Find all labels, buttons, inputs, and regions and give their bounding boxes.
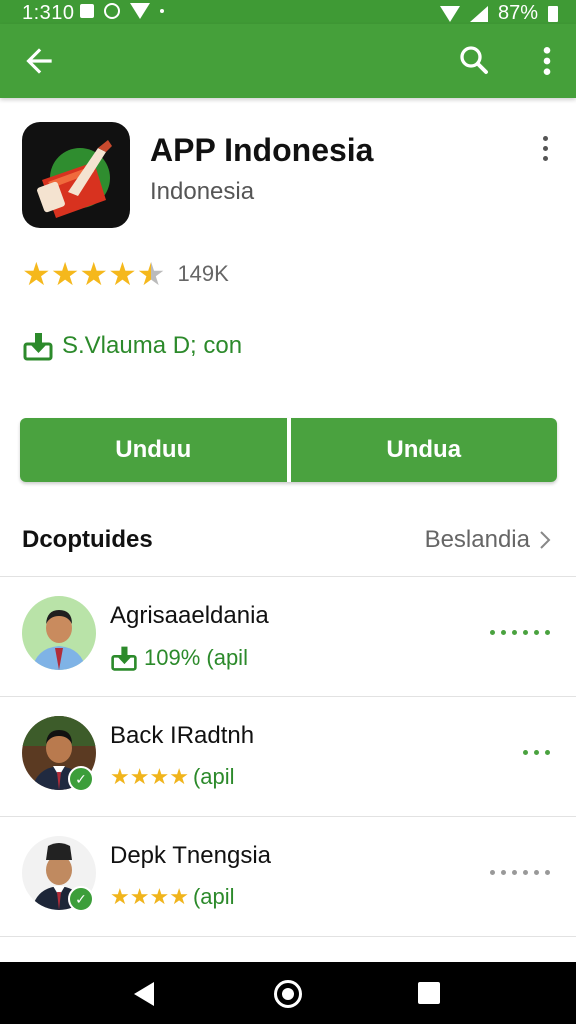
star-icon: ★ bbox=[22, 256, 51, 292]
divider bbox=[0, 936, 576, 937]
system-nav-bar bbox=[0, 962, 576, 1024]
section-more-link[interactable]: Beslandia bbox=[425, 526, 552, 554]
divider bbox=[0, 696, 576, 697]
item-name: Back IRadtnh bbox=[110, 722, 255, 749]
section-more-label[interactable]: Beslandia bbox=[425, 526, 530, 554]
rating-count: 149K bbox=[177, 261, 229, 286]
app-bar bbox=[0, 24, 576, 98]
rating-stars: ★ ★ ★ ★ ★ bbox=[22, 256, 165, 292]
star-icon: ★ bbox=[50, 256, 80, 292]
item-more-icon[interactable] bbox=[490, 630, 550, 635]
back-arrow-icon[interactable] bbox=[20, 42, 58, 80]
wifi-signal-icon bbox=[439, 5, 460, 22]
app-subtitle: Indonesia bbox=[150, 178, 255, 205]
item-meta-text: (apil bbox=[192, 884, 235, 909]
download-button-primary[interactable]: Unduu bbox=[20, 418, 287, 482]
download-icon bbox=[111, 646, 137, 671]
dot-icon bbox=[160, 9, 164, 13]
item-more-icon[interactable] bbox=[490, 870, 550, 875]
download-icon bbox=[23, 333, 53, 361]
developer-name[interactable]: S.Vlauma D; con bbox=[62, 332, 242, 360]
notification-icon bbox=[80, 4, 94, 18]
developer-row[interactable]: S.Vlauma D; con bbox=[22, 330, 242, 362]
wifi-icon bbox=[130, 3, 150, 19]
item-name: Agrisaaeldania bbox=[110, 602, 269, 629]
item-meta: ★ ★ ★ ★ (apil bbox=[110, 764, 235, 790]
item-stars: ★ ★ ★ ★ bbox=[110, 764, 189, 789]
star-half-icon: ★ bbox=[136, 256, 166, 292]
battery-percent: 87% bbox=[497, 2, 538, 24]
nav-home-icon[interactable] bbox=[274, 980, 302, 1008]
chevron-right-icon bbox=[540, 531, 551, 549]
battery-icon bbox=[548, 5, 558, 22]
item-meta: ★ ★ ★ ★ (apil bbox=[110, 884, 235, 910]
app-options-icon[interactable] bbox=[534, 136, 556, 168]
search-icon[interactable] bbox=[456, 42, 492, 78]
app-icon bbox=[22, 122, 130, 228]
verified-check-icon: ✓ bbox=[68, 766, 94, 792]
more-vert-icon[interactable] bbox=[532, 42, 562, 80]
item-meta-text: 109% (apil bbox=[144, 645, 248, 670]
app-title: APP Indonesia bbox=[150, 132, 374, 168]
list-item[interactable]: ✓ Depk Tnengsia ★ ★ ★ ★ (apil bbox=[0, 818, 576, 936]
app-logo-icon bbox=[37, 140, 112, 218]
sync-icon bbox=[104, 3, 120, 19]
list-item[interactable]: ✓ Back IRadtnh ★ ★ ★ ★ (apil bbox=[0, 698, 576, 816]
status-bar: 1:310 87% bbox=[0, 0, 576, 24]
list-item[interactable]: Agrisaaeldania 109% (apil bbox=[0, 578, 576, 696]
status-time: 1:310 bbox=[22, 2, 75, 24]
item-stars: ★ ★ ★ ★ bbox=[110, 884, 189, 909]
star-icon: ★ bbox=[79, 256, 109, 292]
divider bbox=[0, 816, 576, 817]
verified-check-icon: ✓ bbox=[68, 886, 94, 912]
item-more-icon[interactable] bbox=[523, 750, 550, 755]
nav-recents-icon[interactable] bbox=[418, 982, 440, 1004]
download-button-secondary[interactable]: Undua bbox=[290, 418, 557, 482]
item-meta-text: (apil bbox=[192, 764, 235, 789]
nav-back-icon[interactable] bbox=[134, 982, 154, 1006]
item-name: Depk Tnengsia bbox=[110, 842, 271, 869]
item-meta: 109% (apil bbox=[110, 644, 248, 672]
action-buttons: Unduu Undua bbox=[20, 418, 557, 482]
cell-signal-icon bbox=[469, 5, 488, 22]
section-title: Dcoptuides bbox=[22, 526, 153, 553]
avatar bbox=[22, 596, 96, 670]
rating-row: ★ ★ ★ ★ ★ 149K bbox=[22, 256, 229, 292]
divider bbox=[0, 576, 576, 577]
star-icon: ★ bbox=[108, 256, 137, 292]
